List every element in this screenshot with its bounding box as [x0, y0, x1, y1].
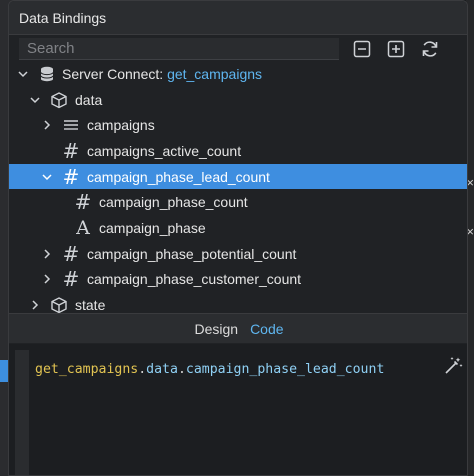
tree-item-label: campaign_phase_potential_count [87, 245, 297, 262]
hash-icon: # [62, 241, 80, 266]
code-token-dot: . [138, 362, 147, 377]
tree-item-label: campaign_phase [99, 219, 206, 236]
hash-icon: # [74, 190, 92, 215]
tree-item-campaigns[interactable]: campaigns [9, 112, 467, 138]
hash-icon: # [62, 138, 80, 163]
tree-item-label: campaign_phase_customer_count [87, 271, 302, 288]
tab-design[interactable]: Design [188, 321, 244, 337]
tree-item-campaigns-active-count[interactable]: # campaigns_active_count [9, 138, 467, 164]
tree-item-campaign-phase-count[interactable]: # campaign_phase_count [9, 189, 467, 215]
tree-item-server-connect[interactable]: Server Connect: get_campaigns [9, 61, 467, 87]
tree-item-label: campaign_phase_count [99, 194, 248, 211]
collapse-all-button[interactable] [351, 38, 373, 60]
expand-all-button[interactable] [385, 38, 407, 60]
tree-item-label: campaigns_active_count [87, 142, 242, 159]
chevron-right-icon[interactable] [41, 119, 53, 131]
tab-code[interactable]: Code [244, 321, 289, 337]
code-token-data: data [146, 362, 178, 377]
chevron-down-icon[interactable] [29, 94, 41, 106]
collapse-all-icon [353, 40, 371, 58]
database-icon [37, 64, 57, 84]
list-icon [61, 115, 81, 135]
text-icon: A [76, 216, 90, 239]
tree-item-label: data [75, 91, 103, 108]
expand-all-icon [387, 40, 405, 58]
code-token-field: campaign_phase_lead_count [185, 362, 385, 377]
bindings-tree: Server Connect: get_campaigns data campa… [9, 61, 467, 318]
code-editor[interactable]: get_campaigns.data.campaign_phase_lead_c… [9, 344, 467, 475]
server-action-name: get_campaigns [167, 65, 263, 82]
data-bindings-panel: Data Bindings Search Server Connect: get… [8, 0, 468, 476]
tree-item-campaign-phase-lead-count[interactable]: # campaign_phase_lead_count [9, 163, 467, 190]
editor-gutter [15, 350, 29, 475]
magic-wand-button[interactable] [443, 356, 463, 376]
code-token-dot: . [177, 362, 186, 377]
tree-item-label: campaign_phase_lead_count [87, 168, 270, 185]
chevron-right-icon[interactable] [29, 299, 41, 311]
chevron-down-icon[interactable] [17, 68, 29, 80]
binding-expression[interactable]: get_campaigns.data.campaign_phase_lead_c… [35, 362, 384, 377]
refresh-icon [422, 41, 438, 57]
panel-title: Data Bindings [9, 1, 467, 35]
tree-item-campaign-phase-potential-count[interactable]: # campaign_phase_potential_count [9, 241, 467, 267]
search-input[interactable] [27, 40, 339, 57]
tree-item-label: Server Connect: get_campaigns [62, 66, 262, 82]
code-token-action: get_campaigns [35, 362, 139, 377]
tree-item-campaign-phase[interactable]: A campaign_phase [9, 215, 467, 241]
search-box [19, 38, 339, 60]
tree-item-data[interactable]: data [9, 87, 467, 113]
tree-item-label: campaigns [87, 117, 155, 134]
search-toolbar [9, 36, 467, 62]
editor-tabs: Design Code [9, 313, 467, 343]
server-connect-prefix: Server Connect: [62, 65, 168, 82]
tree-item-label: state [75, 297, 106, 314]
magic-wand-icon [445, 357, 463, 374]
hash-icon: # [62, 267, 80, 292]
refresh-button[interactable] [419, 38, 441, 60]
chevron-down-icon[interactable] [41, 171, 53, 183]
hash-icon: # [62, 164, 80, 189]
chevron-right-icon[interactable] [41, 273, 53, 285]
cube-icon [49, 90, 69, 110]
chevron-right-icon[interactable] [41, 248, 53, 260]
tree-item-campaign-phase-customer-count[interactable]: # campaign_phase_customer_count [9, 267, 467, 293]
